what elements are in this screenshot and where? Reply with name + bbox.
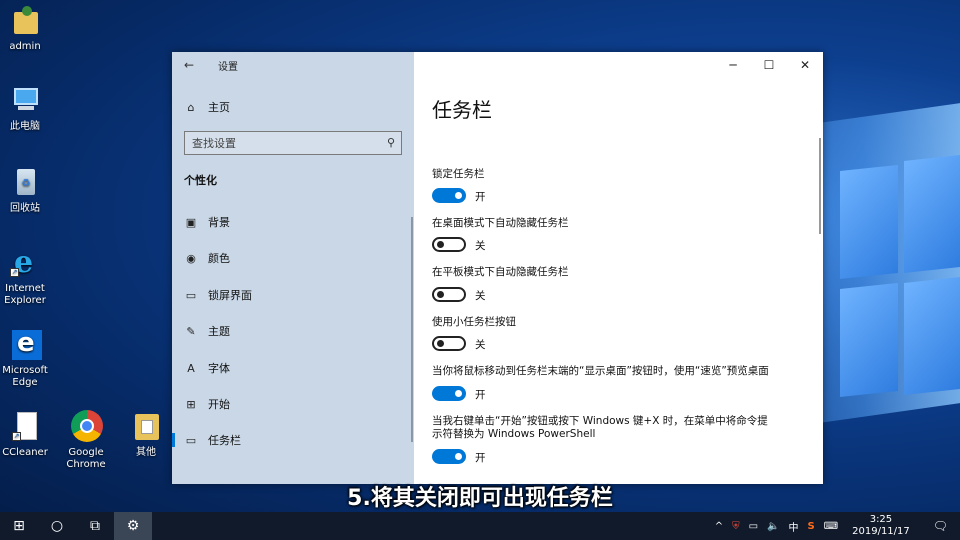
minimize-icon[interactable]: ─ xyxy=(715,52,751,78)
network-icon[interactable]: ▭ xyxy=(749,521,758,532)
toggle-state: 关 xyxy=(475,339,486,351)
start-icon: ⊞ xyxy=(186,397,196,411)
title-bar: ← 设置 xyxy=(172,52,414,78)
search-icon: ⚲ xyxy=(386,136,395,149)
taskbar-icon: ▭ xyxy=(185,433,197,447)
group-title: 个性化 xyxy=(184,174,217,187)
computer-icon xyxy=(8,84,42,118)
desktop-icon-google-chrome[interactable]: Google Chrome xyxy=(55,410,117,471)
search-input[interactable]: 查找设置 ⚲ xyxy=(184,131,402,155)
internet-explorer-icon: e ↗ xyxy=(10,245,34,280)
setting-label-autohide-tablet: 在平板模式下自动隐藏任务栏 xyxy=(432,266,569,278)
chevron-up-icon[interactable]: ^ xyxy=(715,521,723,532)
sidebar-item-colors[interactable]: ◉ 颜色 xyxy=(172,246,414,270)
home-icon: ⌂ xyxy=(187,100,195,114)
desktop-icon-internet-explorer[interactable]: e ↗ Internet Explorer xyxy=(0,246,56,307)
toggle-state: 开 xyxy=(475,389,486,401)
content-scrollbar[interactable] xyxy=(819,138,821,234)
circle-icon: ○ xyxy=(50,518,64,534)
cortana-button[interactable]: ○ xyxy=(38,512,76,540)
security-icon[interactable]: ⛨ xyxy=(732,521,740,532)
toggle-powershell[interactable] xyxy=(432,449,466,464)
desktop-icon-other[interactable]: 其他 xyxy=(115,410,177,459)
toggle-state: 开 xyxy=(475,452,486,464)
image-icon: ▣ xyxy=(185,215,197,229)
theme-icon: ✎ xyxy=(186,324,196,338)
sidebar-item-lock-screen[interactable]: ▭ 锁屏界面 xyxy=(172,283,414,307)
settings-window: ← 设置 ⌂ 主页 查找设置 ⚲ 个性化 ▣ 背景 ◉ 颜色 ▭ 锁屏界面 ✎ … xyxy=(172,52,823,484)
toggle-lock-taskbar[interactable] xyxy=(432,188,466,203)
file-icon: ↗ xyxy=(8,410,42,444)
sidebar-item-themes[interactable]: ✎ 主题 xyxy=(172,319,414,343)
maximize-icon[interactable]: ☐ xyxy=(751,52,787,78)
taskbar-settings-app[interactable]: ⚙ xyxy=(114,512,152,540)
settings-sidebar: ← 设置 ⌂ 主页 查找设置 ⚲ 个性化 ▣ 背景 ◉ 颜色 ▭ 锁屏界面 ✎ … xyxy=(172,52,414,484)
clock[interactable]: 3:25 2019/11/17 xyxy=(852,514,910,538)
folder-icon xyxy=(129,410,163,444)
sidebar-item-taskbar[interactable]: ▭ 任务栏 xyxy=(172,428,414,452)
wallpaper-windows-logo xyxy=(822,150,960,420)
windows-logo-icon: ⊞ xyxy=(13,518,25,534)
toggle-state: 开 xyxy=(475,191,486,203)
microsoft-edge-icon: e xyxy=(8,328,42,362)
window-title: 设置 xyxy=(218,61,238,73)
gear-icon: ⚙ xyxy=(126,518,140,534)
window-controls: ─ ☐ ✕ xyxy=(715,52,823,78)
setting-label-powershell: 当我右键单击“开始”按钮或按下 Windows 键+X 时，在菜单中将命令提示符… xyxy=(432,415,768,440)
start-button[interactable]: ⊞ xyxy=(0,512,38,540)
back-arrow-icon[interactable]: ← xyxy=(184,58,204,72)
close-icon[interactable]: ✕ xyxy=(787,52,823,78)
setting-label-lock-taskbar: 锁定任务栏 xyxy=(432,168,485,180)
chrome-icon xyxy=(69,410,103,444)
setting-label-autohide-desktop: 在桌面模式下自动隐藏任务栏 xyxy=(432,217,569,229)
sidebar-item-start[interactable]: ⊞ 开始 xyxy=(172,392,414,416)
setting-label-small-buttons: 使用小任务栏按钮 xyxy=(432,316,516,328)
desktop-icon-recycle-bin[interactable]: ♻ 回收站 xyxy=(0,166,56,215)
task-view-icon: ⧉ xyxy=(90,518,100,534)
desktop-icon-ccleaner[interactable]: ↗ CCleaner xyxy=(0,410,56,459)
lock-screen-icon: ▭ xyxy=(185,288,197,302)
toggle-autohide-tablet[interactable] xyxy=(432,287,466,302)
desktop-icon-microsoft-edge[interactable]: e Microsoft Edge xyxy=(0,328,56,389)
toggle-peek[interactable] xyxy=(432,386,466,401)
toggle-small-buttons[interactable] xyxy=(432,336,466,351)
toggle-state: 关 xyxy=(475,290,486,302)
video-caption: 5.将其关闭即可出现任务栏 xyxy=(347,486,613,511)
sidebar-item-background[interactable]: ▣ 背景 xyxy=(172,210,414,234)
system-tray: ^ ⛨ ▭ 🔈 中 S ⌨ 3:25 2019/11/17 🗨 xyxy=(706,512,960,540)
user-folder-icon xyxy=(8,4,42,38)
volume-icon[interactable]: 🔈 xyxy=(767,521,779,532)
desktop-icon-admin[interactable]: admin xyxy=(0,4,56,53)
sidebar-scrollbar[interactable] xyxy=(411,217,413,442)
sidebar-item-home[interactable]: ⌂ 主页 xyxy=(172,95,414,119)
recycle-bin-icon: ♻ xyxy=(8,166,42,200)
keyboard-icon[interactable]: ⌨ xyxy=(824,521,838,532)
clock-date: 2019/11/17 xyxy=(852,526,910,537)
notification-icon[interactable]: 🗨 xyxy=(933,519,948,533)
palette-icon: ◉ xyxy=(186,251,196,265)
taskbar: ⊞ ○ ⧉ ⚙ ^ ⛨ ▭ 🔈 中 S ⌨ 3:25 2019/11/17 🗨 xyxy=(0,512,960,540)
toggle-state: 关 xyxy=(475,240,486,252)
desktop-icon-this-pc[interactable]: 此电脑 xyxy=(0,84,56,133)
sidebar-item-fonts[interactable]: A 字体 xyxy=(172,356,414,380)
font-icon: A xyxy=(187,361,195,375)
clock-time: 3:25 xyxy=(869,514,893,525)
page-title: 任务栏 xyxy=(432,98,492,122)
sogou-icon[interactable]: S xyxy=(807,521,814,532)
task-view-button[interactable]: ⧉ xyxy=(76,512,114,540)
toggle-autohide-desktop[interactable] xyxy=(432,237,466,252)
setting-label-peek: 当你将鼠标移动到任务栏末端的“显示桌面”按钮时，使用“速览”预览桌面 xyxy=(432,365,769,377)
ime-indicator[interactable]: 中 xyxy=(788,519,798,534)
settings-content: ─ ☐ ✕ 任务栏 锁定任务栏 开 在桌面模式下自动隐藏任务栏 关 在平板模式下… xyxy=(414,52,823,484)
